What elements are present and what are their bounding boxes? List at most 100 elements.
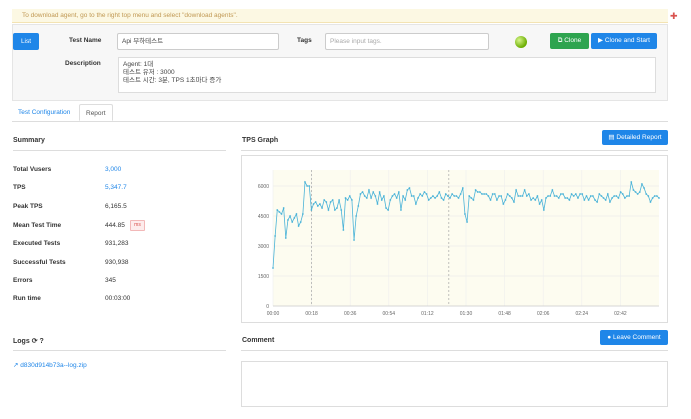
log-file-link[interactable]: ↗ d830d914b73a--log.zip: [13, 361, 87, 369]
tps-point: [346, 199, 349, 201]
tags-input[interactable]: Please input tags.: [325, 33, 489, 50]
tps-point: [630, 181, 633, 183]
tps-point: [549, 195, 552, 197]
detailed-report-label: Detailed Report: [616, 134, 662, 141]
tab-report[interactable]: Report: [79, 104, 113, 121]
tps-point: [429, 197, 432, 199]
clone-and-start-button[interactable]: ▶ Clone and Start: [591, 33, 657, 49]
detailed-report-button[interactable]: ▤ Detailed Report: [602, 130, 668, 145]
tps-point: [598, 193, 601, 195]
tps-point: [348, 195, 351, 197]
tps-point: [493, 193, 496, 195]
test-name-input[interactable]: Api 부하테스트: [117, 33, 279, 50]
tps-point: [393, 193, 396, 195]
tags-label: Tags: [297, 37, 312, 44]
tps-point: [570, 193, 573, 195]
comment-textarea[interactable]: [241, 361, 668, 407]
tps-point: [355, 215, 358, 217]
tps-point: [483, 193, 486, 195]
tps-point: [506, 193, 509, 195]
tps-point: [299, 221, 302, 223]
tps-point: [538, 203, 541, 205]
stat-value-total-vusers[interactable]: 3,000: [105, 166, 121, 173]
tps-point: [414, 203, 417, 205]
divider: [13, 350, 226, 351]
tps-point: [557, 197, 560, 199]
tps-point: [609, 201, 611, 203]
refresh-icon[interactable]: ⟳: [32, 338, 38, 345]
tps-point: [427, 199, 430, 201]
tps-point: [423, 191, 426, 193]
tps-point: [653, 195, 656, 197]
pin-icon[interactable]: ✚: [670, 9, 680, 21]
tps-point: [466, 221, 468, 223]
tps-point: [655, 195, 658, 197]
description-textarea[interactable]: Agent: 1대 테스트 유저 : 3000 테스트 시간: 3분, TPS …: [118, 57, 656, 93]
comment-icon: ●: [607, 334, 612, 341]
clone-start-label: Clone and Start: [604, 37, 650, 44]
help-icon[interactable]: ?: [40, 338, 44, 345]
tps-point: [455, 195, 458, 197]
comment-title: Comment: [242, 337, 275, 344]
tps-point: [579, 193, 581, 195]
logs-title-text: Logs: [13, 338, 30, 345]
tps-point: [615, 195, 618, 197]
y-tick-label: 3000: [258, 244, 269, 250]
stat-label-successful-tests: Successful Tests: [13, 259, 66, 266]
tps-point: [574, 193, 577, 195]
tps-point: [438, 191, 441, 193]
clone-button[interactable]: ⧉ Clone: [550, 33, 589, 49]
tps-point: [491, 193, 494, 195]
leave-comment-button[interactable]: ● Leave Comment: [600, 330, 668, 345]
tps-point: [385, 207, 387, 209]
tps-point: [496, 199, 498, 201]
stat-value-successful-tests: 930,938: [105, 259, 129, 266]
tps-point: [651, 197, 654, 199]
tps-point: [508, 195, 511, 197]
divider: [241, 350, 668, 351]
tps-point: [378, 191, 381, 193]
y-tick-label: 4500: [258, 214, 269, 220]
tps-point: [359, 193, 362, 195]
stat-label-run-time: Run time: [13, 295, 41, 302]
tps-point: [566, 197, 569, 199]
tps-point: [376, 203, 379, 205]
stat-label-total-vusers: Total Vusers: [13, 166, 52, 173]
tps-point: [510, 197, 513, 199]
tps-point: [408, 187, 411, 189]
tps-point: [577, 197, 579, 199]
tps-point: [372, 191, 375, 193]
tps-point: [442, 199, 445, 201]
tps-point: [291, 221, 294, 223]
tps-point: [449, 197, 451, 199]
y-tick-label: 0: [266, 304, 269, 310]
tps-point: [274, 235, 277, 237]
test-header-panel: List Test Name Api 부하테스트 Tags Please inp…: [12, 24, 668, 101]
tps-point: [515, 189, 518, 191]
tps-point: [606, 193, 609, 195]
tps-point: [498, 195, 500, 197]
tps-point: [308, 185, 311, 187]
tps-point: [451, 193, 454, 195]
tps-point: [446, 195, 449, 197]
description-line: Agent: 1대: [123, 61, 154, 68]
download-agent-notice: To download agent, go to the right top m…: [12, 9, 678, 23]
summary-title: Summary: [13, 137, 45, 144]
list-button[interactable]: List: [13, 33, 39, 50]
tps-point: [459, 193, 462, 195]
tps-point: [419, 193, 422, 195]
stat-value-tps[interactable]: 5,347.7: [105, 184, 127, 191]
tps-point: [647, 195, 650, 197]
tps-point: [658, 197, 660, 199]
tps-point: [353, 239, 355, 241]
tps-point: [406, 189, 409, 191]
tps-point: [621, 193, 624, 195]
tab-test-configuration[interactable]: Test Configuration: [12, 104, 78, 121]
tps-point: [387, 209, 390, 211]
stat-label-executed-tests: Executed Tests: [13, 240, 61, 247]
tps-point: [589, 195, 592, 197]
tps-point: [551, 189, 554, 191]
tps-point: [532, 197, 535, 199]
leave-comment-label: Leave Comment: [613, 334, 661, 341]
tps-point: [521, 195, 524, 197]
